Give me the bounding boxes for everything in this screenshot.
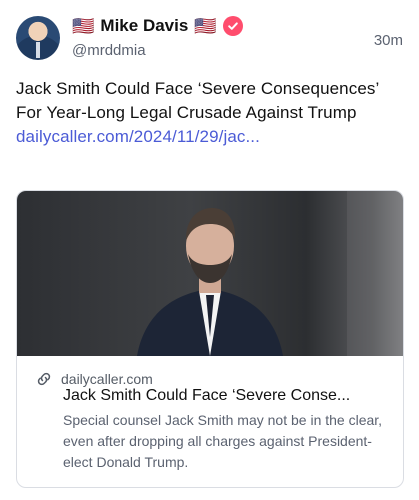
- card-domain: dailycaller.com: [61, 371, 153, 387]
- card-photo: [137, 191, 403, 356]
- post-link[interactable]: dailycaller.com/2024/11/29/jac...: [16, 127, 260, 146]
- card-domain-row: dailycaller.com: [35, 370, 153, 388]
- link-preview-card[interactable]: dailycaller.com Jack Smith Could Face ‘S…: [16, 190, 404, 488]
- author-handle[interactable]: @mrddmia: [72, 42, 146, 59]
- checkmark-icon: [227, 22, 238, 30]
- card-description: Special counsel Jack Smith may not be in…: [63, 412, 383, 470]
- verified-badge-icon: [222, 16, 243, 36]
- card-image[interactable]: [17, 191, 403, 356]
- card-title[interactable]: Jack Smith Could Face ‘Severe Conse...: [63, 387, 393, 405]
- flag-right-icon: 🇺🇸: [194, 16, 217, 36]
- author-name-row: 🇺🇸 Mike Davis 🇺🇸: [72, 16, 243, 36]
- flag-left-icon: 🇺🇸: [72, 16, 95, 36]
- link-icon: [37, 372, 51, 386]
- author-display-name[interactable]: Mike Davis: [100, 16, 188, 36]
- post-body: Jack Smith Could Face ‘Severe Consequenc…: [16, 79, 379, 122]
- card-body: dailycaller.com Jack Smith Could Face ‘S…: [17, 356, 403, 487]
- post-header: 🇺🇸 Mike Davis 🇺🇸 @mrddmia 30m: [16, 14, 403, 64]
- post: 🇺🇸 Mike Davis 🇺🇸 @mrddmia 30m Jack Smith…: [0, 0, 419, 500]
- avatar-tie: [36, 42, 40, 58]
- avatar[interactable]: [16, 16, 60, 60]
- post-time[interactable]: 30m: [374, 32, 403, 49]
- post-text: Jack Smith Could Face ‘Severe Consequenc…: [16, 77, 396, 149]
